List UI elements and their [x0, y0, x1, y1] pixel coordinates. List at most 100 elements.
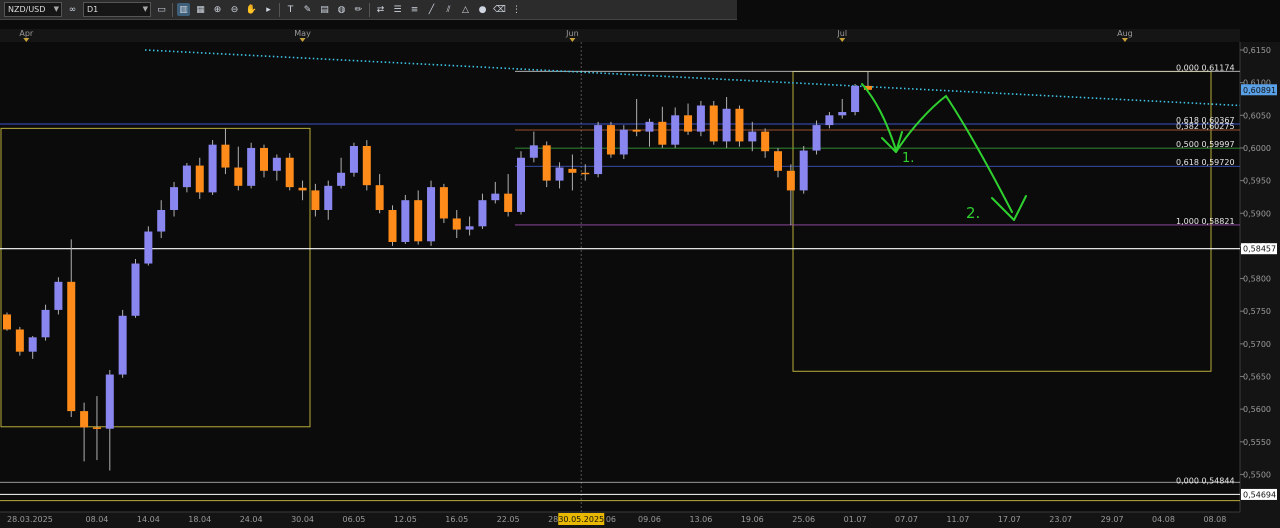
- candle-body: [542, 145, 551, 181]
- date-tick-label: 29.07: [1101, 515, 1124, 524]
- candle-body: [324, 185, 333, 210]
- candle-body: [247, 147, 256, 186]
- candle-body: [28, 337, 37, 352]
- candle-body: [555, 167, 564, 181]
- candle-body: [182, 165, 191, 188]
- candle-body: [362, 145, 371, 186]
- price-chart[interactable]: Apr May Jun Jul Aug0,61500,61000,60500,60000…: [0, 0, 1280, 528]
- candle-body: [799, 150, 808, 191]
- candle-body: [170, 187, 179, 210]
- date-tick-label: 25.06: [792, 515, 815, 524]
- date-tick-label: 17.07: [998, 515, 1021, 524]
- candle-body: [517, 157, 525, 212]
- candle-body: [105, 374, 114, 429]
- date-tick-label: 22.05: [497, 515, 520, 524]
- annotation-label-1: 1.: [902, 151, 914, 166]
- candle-body: [786, 170, 795, 191]
- candle-body: [221, 144, 230, 168]
- price-tick-label: 0,6050: [1243, 111, 1271, 120]
- candle-body: [234, 167, 243, 186]
- candle-body: [375, 185, 384, 210]
- candle-body: [208, 144, 217, 193]
- candle-body: [838, 112, 847, 116]
- candle-body: [401, 200, 410, 242]
- date-tick-label: 09.06: [638, 515, 661, 524]
- candle-body: [594, 125, 603, 175]
- date-tick-label: 19.06: [741, 515, 764, 524]
- candle-body: [774, 151, 782, 171]
- month-label: May: [294, 29, 311, 38]
- date-tick-label: 08.04: [85, 515, 108, 524]
- month-label: Aug: [1117, 29, 1133, 38]
- candle-body: [684, 115, 693, 132]
- price-tick-label: 0,5650: [1243, 373, 1271, 382]
- candle-body: [439, 187, 448, 219]
- crosshair-date-label: 30.05.2025: [558, 515, 604, 524]
- candle-body: [722, 108, 731, 142]
- candle-body: [285, 157, 294, 188]
- price-tick-label: 0,5500: [1243, 470, 1271, 479]
- candle-body: [748, 131, 757, 142]
- candle-body: [272, 157, 281, 171]
- price-tick-label: 0,5550: [1243, 438, 1271, 447]
- date-tick-label: 30.04: [291, 515, 314, 524]
- fib-level-label: 0,618 0,59720: [1176, 158, 1235, 167]
- candle-body: [92, 427, 101, 429]
- price-box-label: 0,54694: [1243, 490, 1276, 499]
- candle-body: [54, 281, 63, 310]
- candle-body: [41, 309, 50, 338]
- candle-body: [452, 218, 461, 230]
- candle-body: [478, 200, 487, 227]
- candle-body: [67, 281, 76, 412]
- date-tick-label: 01.07: [844, 515, 867, 524]
- date-tick-label: 06: [606, 515, 616, 524]
- date-tick-label: 11.07: [946, 515, 969, 524]
- date-tick-label: 04.08: [1152, 515, 1175, 524]
- price-box-label: 0,60891: [1243, 86, 1276, 95]
- candle-body: [658, 121, 667, 145]
- fib-level-label: 1,000 0,58821: [1176, 217, 1235, 226]
- candle-body: [260, 147, 268, 171]
- candle-body: [144, 231, 153, 264]
- date-tick-label: 16.05: [445, 515, 468, 524]
- date-tick-label: 07.07: [895, 515, 918, 524]
- candle-body: [581, 172, 590, 175]
- candle-body: [632, 129, 641, 132]
- fib-level-label: 0,000 0,61174: [1176, 63, 1235, 72]
- date-tick-label: 14.04: [137, 515, 160, 524]
- candle-body: [414, 200, 423, 242]
- date-tick-label: 08.08: [1203, 515, 1226, 524]
- candle-body: [3, 314, 11, 330]
- candle-body: [298, 187, 307, 191]
- price-tick-label: 0,5750: [1243, 307, 1271, 316]
- candle-body: [349, 145, 358, 173]
- candle-body: [825, 115, 834, 126]
- candle-body: [504, 193, 513, 212]
- candle-body: [851, 85, 860, 113]
- date-tick-label: 24.04: [240, 515, 263, 524]
- month-bar: [0, 29, 1240, 42]
- candle-body: [311, 190, 320, 210]
- fib-level-label: 0,382 0,60275: [1176, 122, 1235, 131]
- candle-body: [15, 329, 24, 352]
- candle-body: [491, 193, 500, 201]
- candle-body: [118, 315, 127, 375]
- candle-body: [606, 125, 615, 155]
- fib-level-label: 0,500 0,59997: [1176, 140, 1235, 149]
- month-label: Apr: [19, 29, 34, 38]
- candle-body: [761, 131, 770, 152]
- price-tick-label: 0,6150: [1243, 46, 1271, 55]
- month-label: Jun: [565, 29, 579, 38]
- date-tick-label: 23.07: [1049, 515, 1072, 524]
- price-tick-label: 0,5900: [1243, 209, 1271, 218]
- fib-level-label: 0,000 0,54844: [1176, 477, 1235, 486]
- candle-body: [645, 121, 654, 132]
- price-tick-label: 0,5600: [1243, 405, 1271, 414]
- candle-body: [619, 129, 628, 155]
- candle-body: [337, 172, 346, 186]
- date-tick-label: 13.06: [689, 515, 712, 524]
- date-tick-label: 12.05: [394, 515, 417, 524]
- candle-body: [465, 226, 474, 230]
- candle-body: [671, 115, 680, 145]
- date-tick-label: 28.03.2025: [7, 515, 53, 524]
